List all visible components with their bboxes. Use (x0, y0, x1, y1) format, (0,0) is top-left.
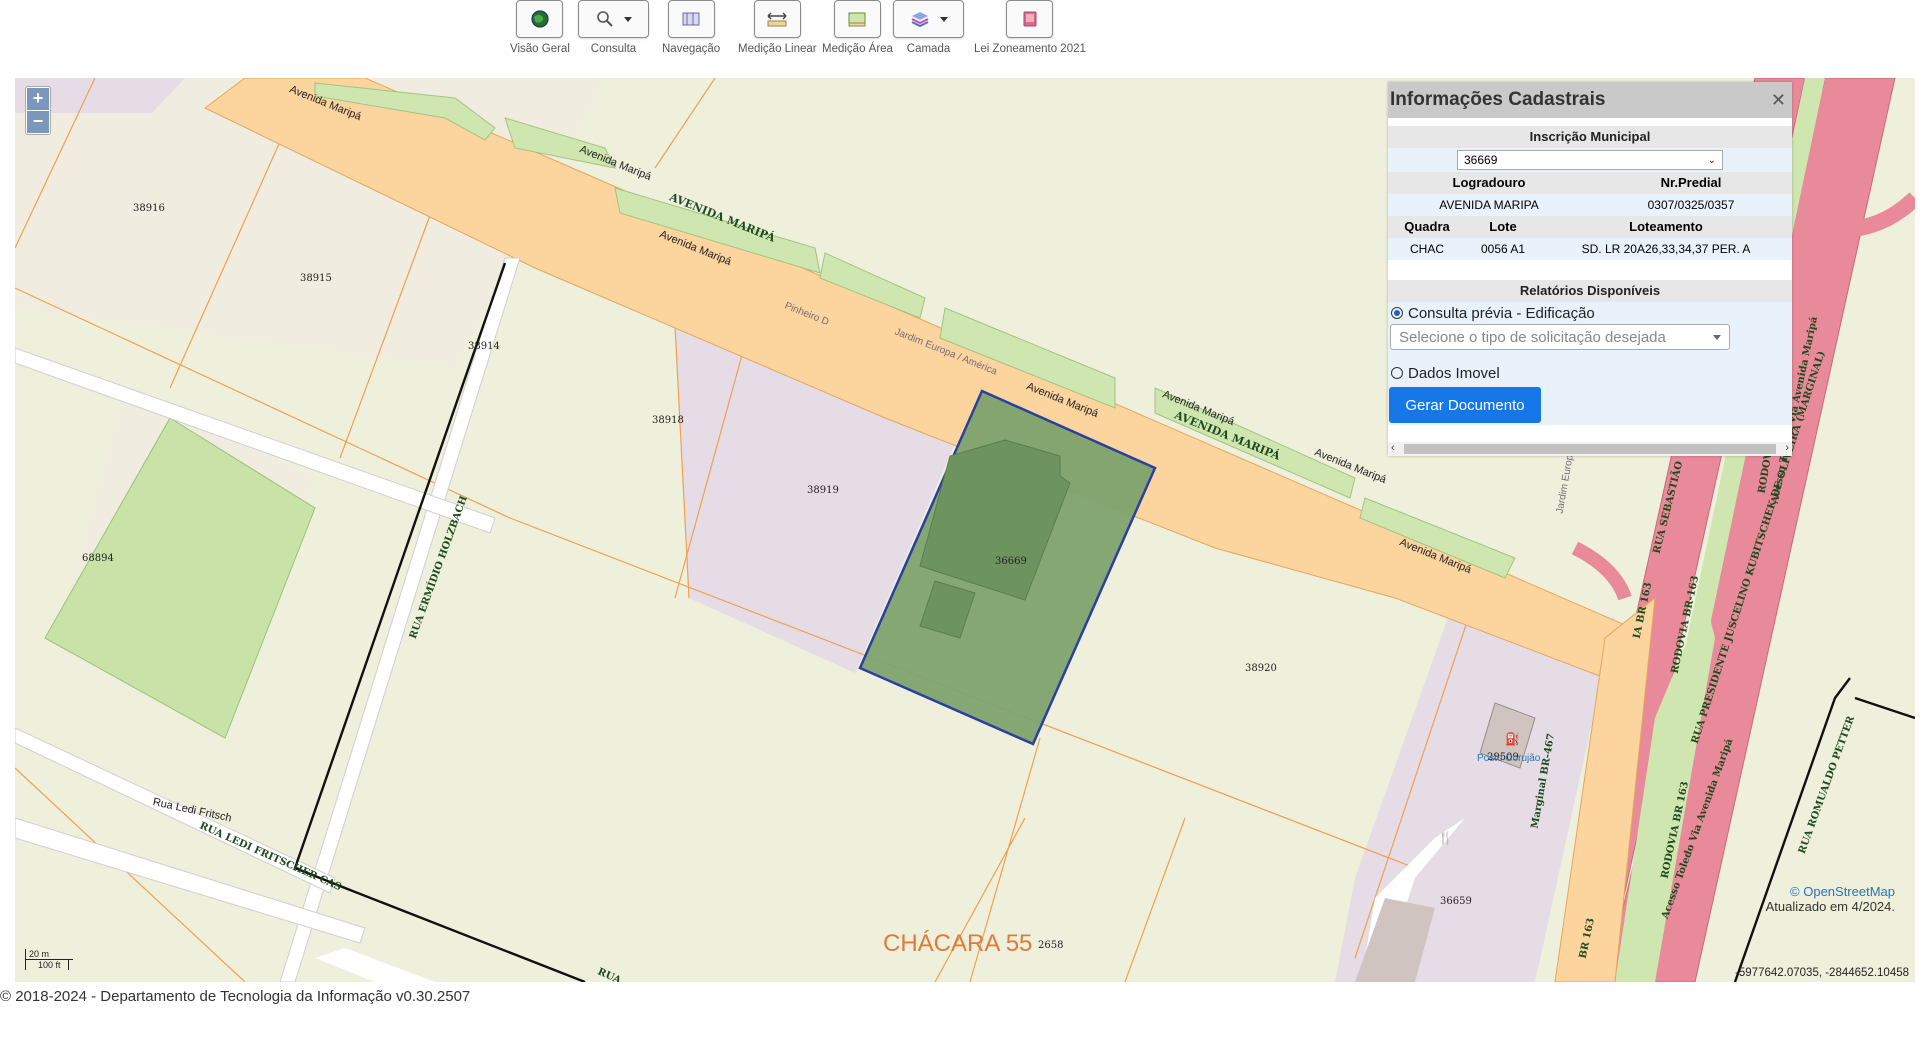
relatorios-label: Relatórios Disponíveis (1388, 280, 1792, 302)
tool-label: Medição Linear (738, 43, 817, 55)
tool-lei-zoneamento-button[interactable] (1006, 0, 1054, 38)
book-icon (1023, 11, 1037, 27)
horizontal-scrollbar[interactable]: ‹ › (1388, 442, 1792, 456)
inscricao-value: 36669 (1464, 153, 1498, 167)
radio-consulta-previa[interactable]: Consulta prévia - Edificação (1388, 302, 1792, 324)
tool-visao-geral[interactable]: Visão Geral (510, 0, 570, 55)
zoom-in-button[interactable]: + (27, 88, 49, 110)
quadra-label: Quadra (1404, 219, 1450, 234)
lot-label: 38920 (1245, 663, 1277, 674)
tool-medicao-area-button[interactable] (833, 0, 881, 38)
chevron-down-icon: ⌄ (1707, 154, 1716, 166)
lot-label: 38915 (300, 273, 332, 284)
scroll-left-icon[interactable]: ‹ (1391, 442, 1395, 454)
nr-predial-value: 0307/0325/0357 (1647, 198, 1735, 212)
attribution: © OpenStreetMap Atualizado em 4/2024. (1766, 884, 1895, 914)
tool-label: Visão Geral (510, 43, 570, 55)
tool-lei-zoneamento[interactable]: Lei Zoneamento 2021 (974, 0, 1086, 55)
scale-bar: 20 m 100 ft (25, 949, 73, 970)
lot-label: 2658 (1038, 940, 1064, 951)
tool-visao-geral-button[interactable] (516, 0, 564, 38)
chevron-down-icon (939, 16, 948, 22)
tool-label: Camada (906, 43, 951, 55)
tool-medicao-linear[interactable]: Medição Linear (738, 0, 817, 55)
area-icon (848, 12, 866, 27)
scale-feet: 100 ft (25, 960, 69, 970)
tool-label: Consulta (590, 43, 637, 55)
lote-value: 0056 A1 (1480, 242, 1526, 256)
tool-consulta[interactable]: Consulta (578, 0, 649, 55)
scroll-right-icon[interactable]: › (1785, 442, 1789, 454)
tool-navegacao[interactable]: Navegação (662, 0, 720, 55)
tool-medicao-area[interactable]: Medição Área (822, 0, 893, 55)
scale-meters: 20 m (25, 949, 73, 960)
chevron-down-icon (623, 16, 632, 22)
close-icon[interactable]: ✕ (1771, 90, 1786, 111)
gerar-documento-button[interactable]: Gerar Documento (1389, 387, 1541, 423)
tool-camada[interactable]: Camada (893, 0, 964, 55)
lot-label: 38914 (468, 341, 500, 352)
logradouro-value: AVENIDA MARIPA (1439, 198, 1539, 212)
logradouro-label: Logradouro (1452, 175, 1526, 190)
osm-link[interactable]: © OpenStreetMap (1766, 884, 1895, 899)
lot-label: 38918 (652, 415, 684, 426)
tool-label: Navegação (662, 43, 721, 55)
map-icon (682, 12, 700, 26)
nr-predial-label: Nr.Predial (1660, 175, 1722, 190)
magnifier-icon (596, 11, 613, 27)
footer-text: © 2018-2024 - Departamento de Tecnologia… (0, 988, 471, 1005)
tool-medicao-linear-button[interactable] (753, 0, 801, 38)
panel-header: Informações Cadastrais ✕ (1388, 82, 1792, 118)
fuel-icon: ⛽ (1505, 732, 1520, 746)
scrollbar-thumb[interactable] (1404, 444, 1776, 454)
cadastral-info-panel: Informações Cadastrais ✕ Inscrição Munic… (1388, 82, 1792, 456)
zoom-out-button[interactable]: − (27, 111, 49, 133)
lot-label: 36669 (995, 556, 1027, 567)
zoom-control: + − (25, 86, 51, 135)
solicitacao-select[interactable]: Selecione o tipo de solicitação desejada (1390, 324, 1730, 350)
inscricao-label: Inscrição Municipal (1388, 126, 1792, 148)
ruler-icon (767, 12, 787, 27)
tool-consulta-button[interactable] (578, 0, 649, 38)
lot-label: 38919 (807, 485, 839, 496)
inscricao-select[interactable]: 36669 ⌄ (1457, 150, 1723, 170)
coordinates-readout: -5977642.07035, -2844652.10458 (1735, 967, 1909, 979)
tool-navegacao-button[interactable] (667, 0, 715, 38)
loteamento-value: SD. LR 20A26,33,34,37 PER. A (1581, 242, 1751, 256)
radio-consulta-label: Consulta prévia - Edificação (1408, 304, 1595, 322)
radio-dados-imovel[interactable]: Dados Imovel (1388, 362, 1792, 384)
radio-button[interactable] (1391, 367, 1403, 379)
restaurant-icon: 🍴 (1438, 831, 1453, 845)
layers-icon (911, 12, 928, 28)
poi-label: Posto Corujão (1477, 753, 1541, 764)
tool-label: Medição Área (822, 43, 893, 55)
globe-icon (531, 10, 549, 28)
chevron-down-icon (1713, 334, 1721, 340)
toolbar: Visão Geral Consulta Navegação Medição L… (0, 0, 1920, 70)
radio-dados-label: Dados Imovel (1408, 364, 1500, 382)
lote-label: Lote (1489, 219, 1517, 234)
updated-label: Atualizado em 4/2024. (1765, 899, 1895, 914)
radio-button[interactable] (1391, 307, 1403, 319)
lot-label: 68894 (82, 553, 114, 564)
chacara-label: CHÁCARA 55 (883, 930, 1033, 957)
panel-title: Informações Cadastrais (1390, 89, 1606, 110)
lot-label: 38916 (133, 203, 165, 214)
solicitacao-placeholder: Selecione o tipo de solicitação desejada (1399, 328, 1666, 346)
tool-camada-button[interactable] (893, 0, 964, 38)
quadra-value: CHAC (1409, 242, 1444, 256)
loteamento-label: Loteamento (1629, 219, 1703, 234)
tool-label: Lei Zoneamento 2021 (974, 43, 1086, 55)
lot-label: 36659 (1440, 896, 1472, 907)
